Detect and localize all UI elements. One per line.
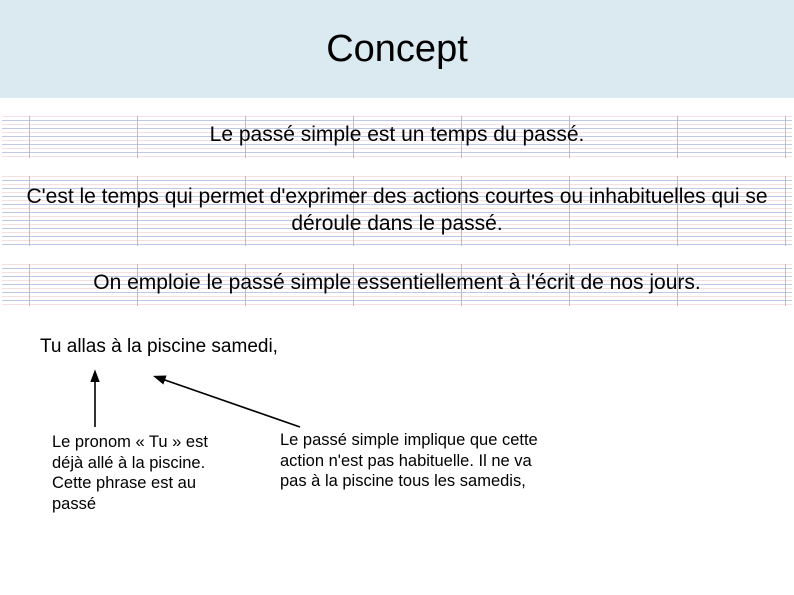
- concept-text-2: C'est le temps qui permet d'exprimer des…: [2, 176, 792, 246]
- annotation-note-1: Le pronom « Tu » est déjà allé à la pisc…: [52, 432, 232, 515]
- concept-block-3: On emploie le passé simple essentielleme…: [2, 264, 792, 306]
- annotation-note-2: Le passé simple implique que cette actio…: [280, 430, 560, 492]
- page-title: Concept: [326, 28, 468, 71]
- title-band: Concept: [0, 0, 794, 98]
- concept-block-2: C'est le temps qui permet d'exprimer des…: [2, 176, 792, 246]
- concept-text-3: On emploie le passé simple essentielleme…: [2, 264, 792, 305]
- concept-block-1: Le passé simple est un temps du passé.: [2, 116, 792, 158]
- example-sentence: Tu allas à la piscine samedi,: [40, 336, 794, 358]
- concept-text-1: Le passé simple est un temps du passé.: [2, 116, 792, 157]
